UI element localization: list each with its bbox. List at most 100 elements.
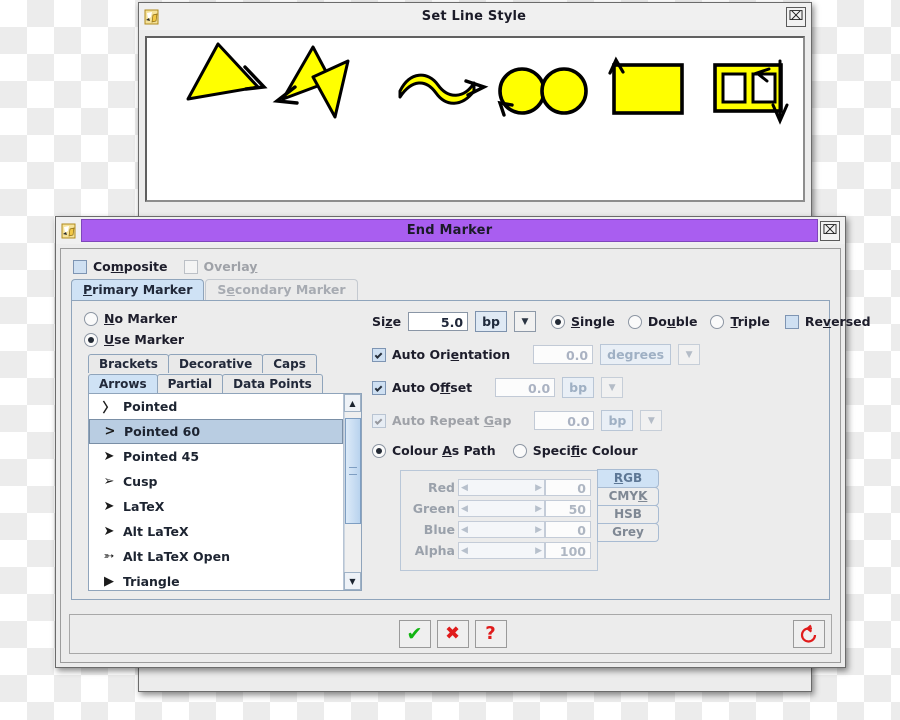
tab-primary-marker[interactable]: Primary Marker xyxy=(71,279,205,300)
radio-triple[interactable]: Triple xyxy=(710,314,770,329)
set-line-style-titlebar[interactable]: Set Line Style ⌧ xyxy=(139,3,811,31)
list-item[interactable]: ➤ LaTeX xyxy=(89,494,343,519)
composite-checkbox[interactable]: Composite xyxy=(73,259,168,274)
slider-right-arrow-icon: ▶ xyxy=(535,482,542,493)
auto-orientation-checkbox[interactable]: Auto Orientation xyxy=(372,347,510,362)
radio-dot xyxy=(627,314,642,329)
list-item-label: Pointed 60 xyxy=(124,424,201,439)
radio-single[interactable]: Single xyxy=(550,314,615,329)
radio-no-marker[interactable]: No Marker xyxy=(84,311,362,326)
specific-colour-label: Specific Colour xyxy=(532,443,638,458)
marker-glyph: ▶ xyxy=(104,574,114,589)
radio-dot xyxy=(550,314,565,329)
auto-repeat-gap-checkbox: Auto Repeat Gap xyxy=(372,413,511,428)
reset-button[interactable] xyxy=(793,620,825,648)
auto-offset-row: Auto Offset 0.0 bp ▼ xyxy=(372,377,871,398)
radio-dot xyxy=(84,332,98,347)
tab-partial[interactable]: Partial xyxy=(156,374,224,393)
cross-icon: ✖ xyxy=(444,623,461,644)
primary-marker-panel: No Marker Use Marker Brackets Decorative… xyxy=(71,300,871,600)
close-icon[interactable]: ⌧ xyxy=(820,220,840,241)
scroll-grip xyxy=(349,467,357,475)
list-item-label: Cusp xyxy=(123,474,158,489)
ok-button[interactable]: ✔ xyxy=(398,620,431,648)
orientation-unit-dropdown-icon: ▼ xyxy=(678,344,701,365)
auto-orientation-label: Auto Orientation xyxy=(392,347,511,362)
marker-list[interactable]: 〉 Pointed > Pointed 60 ➤ Pointed 45 ➢ Cusp ➤… xyxy=(88,393,362,591)
reversed-checkbox[interactable]: Reversed xyxy=(784,314,871,329)
tab-rgb[interactable]: RGB xyxy=(597,469,659,488)
list-item[interactable]: ➤ Alt LaTeX xyxy=(89,519,343,544)
slider-right-arrow-icon: ▶ xyxy=(535,503,542,514)
channel-slider: ◀ ▶ xyxy=(458,479,545,496)
use-marker-label: Use Marker xyxy=(104,332,185,347)
scroll-track[interactable] xyxy=(344,412,361,572)
slider-left-arrow-icon: ◀ xyxy=(461,482,468,493)
channel-label: Red xyxy=(427,480,455,495)
list-item[interactable]: 〉 Pointed xyxy=(89,394,343,419)
channel-label: Alpha xyxy=(414,543,455,558)
list-item[interactable]: ▶ Triangle xyxy=(89,569,343,590)
list-item[interactable]: > Pointed 60 xyxy=(89,419,343,444)
help-button[interactable]: ? xyxy=(474,620,507,648)
marker-glyph: ➢ xyxy=(103,474,115,489)
scroll-up-icon[interactable]: ▲ xyxy=(344,394,361,412)
slider-right-arrow-icon: ▶ xyxy=(535,524,542,535)
list-item[interactable]: ➢ Cusp xyxy=(89,469,343,494)
tab-decorative[interactable]: Decorative xyxy=(167,354,264,373)
auto-orientation-row: Auto Orientation 0.0 degrees ▼ xyxy=(372,344,871,365)
set-line-style-title: Set Line Style xyxy=(421,9,527,24)
checkbox-box xyxy=(372,413,386,428)
preview-shapes xyxy=(186,42,789,125)
end-marker-title: End Marker xyxy=(406,223,493,238)
colour-channel-row: Green ◀ ▶ 50 xyxy=(407,499,591,518)
tab-secondary-marker[interactable]: Secondary Marker xyxy=(205,279,358,300)
radio-double[interactable]: Double xyxy=(627,314,697,329)
slider-left-arrow-icon: ◀ xyxy=(461,545,468,556)
size-unit-label: bp xyxy=(475,311,507,332)
radio-specific-colour[interactable]: Specific Colour xyxy=(512,443,638,458)
overlay-label: Overlay xyxy=(203,259,258,274)
colour-as-path-label: Colour As Path xyxy=(392,443,496,458)
scroll-down-icon[interactable]: ▼ xyxy=(344,572,361,590)
marker-selection-column: No Marker Use Marker Brackets Decorative… xyxy=(72,301,362,599)
colour-channel-row: Alpha ◀ ▶ 100 xyxy=(407,541,591,560)
scroll-thumb[interactable] xyxy=(345,418,361,524)
marker-list-items: 〉 Pointed > Pointed 60 ➤ Pointed 45 ➢ Cusp ➤… xyxy=(89,394,343,590)
list-item[interactable]: ➤ Pointed 45 xyxy=(89,444,343,469)
list-item-label: Triangle xyxy=(123,574,180,589)
tab-data-points[interactable]: Data Points xyxy=(222,374,323,393)
cancel-button[interactable]: ✖ xyxy=(436,620,469,648)
size-unit-dropdown-icon[interactable]: ▼ xyxy=(513,311,536,332)
list-item[interactable]: ➳ Alt LaTeX Open xyxy=(89,544,343,569)
auto-offset-label: Auto Offset xyxy=(392,380,473,395)
auto-repeat-gap-row: Auto Repeat Gap 0.0 bp ▼ xyxy=(372,410,871,431)
end-marker-titlebar[interactable]: End Marker ⌧ xyxy=(56,217,845,245)
checkbox-box xyxy=(784,314,799,329)
offset-unit-label: bp xyxy=(562,377,595,398)
marker-list-scrollbar[interactable]: ▲ ▼ xyxy=(343,394,361,590)
repeat-gap-unit-label: bp xyxy=(601,410,634,431)
tab-caps[interactable]: Caps xyxy=(262,354,317,373)
offset-input: 0.0 xyxy=(495,378,556,397)
list-item-label: Alt LaTeX Open xyxy=(123,549,230,564)
channel-value: 0 xyxy=(545,521,591,538)
size-input[interactable]: 5.0 xyxy=(408,312,469,331)
line-style-preview-canvas xyxy=(145,36,805,202)
tab-cmyk[interactable]: CMYK xyxy=(597,487,659,506)
close-icon[interactable]: ⌧ xyxy=(786,6,806,27)
single-label: Single xyxy=(570,314,615,329)
tab-grey[interactable]: Grey xyxy=(597,523,659,542)
auto-offset-checkbox[interactable]: Auto Offset xyxy=(372,380,472,395)
tab-arrows[interactable]: Arrows xyxy=(88,374,158,393)
tab-hsb[interactable]: HSB xyxy=(597,505,659,524)
radio-colour-as-path[interactable]: Colour As Path xyxy=(372,443,496,458)
channel-slider: ◀ ▶ xyxy=(458,521,545,538)
checkbox-box xyxy=(73,259,87,274)
overlay-checkbox: Overlay xyxy=(183,259,258,274)
top-checkbox-row: Composite Overlay xyxy=(61,249,840,278)
tab-brackets[interactable]: Brackets xyxy=(88,354,169,373)
marker-tab-strip: Primary Marker Secondary Marker xyxy=(61,278,840,300)
slider-right-arrow-icon: ▶ xyxy=(535,545,542,556)
radio-use-marker[interactable]: Use Marker xyxy=(84,332,362,347)
